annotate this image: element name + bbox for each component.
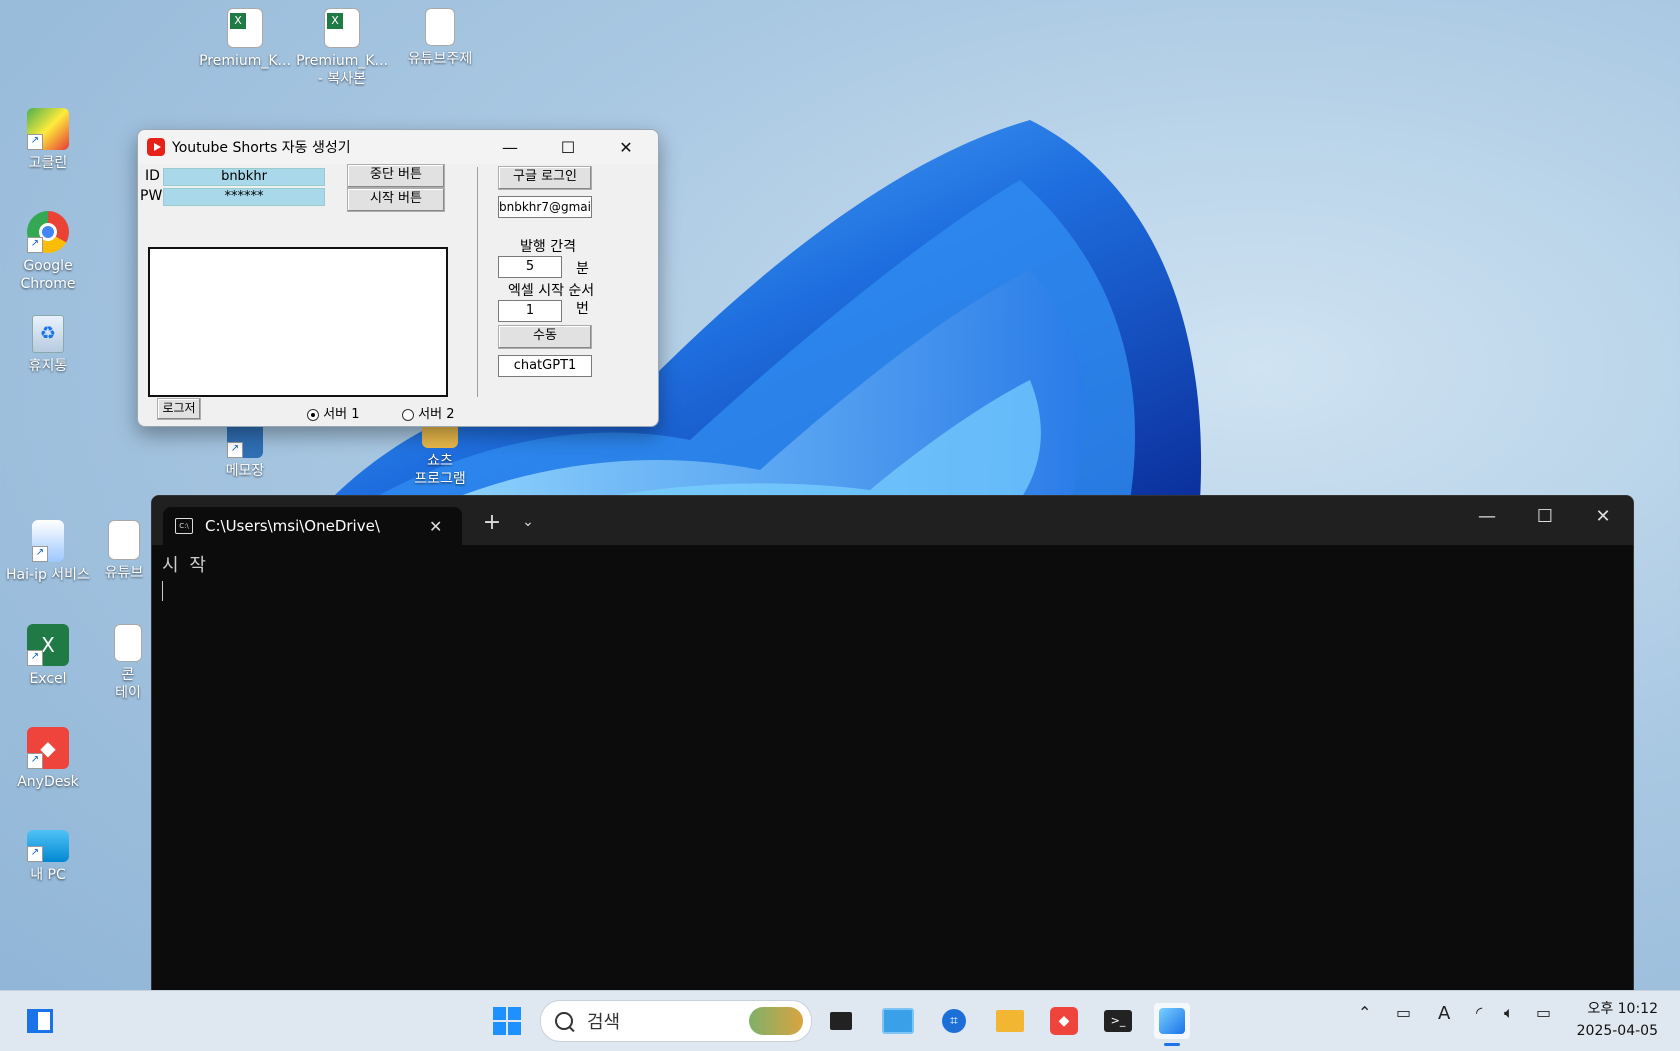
search-icon [555, 1012, 573, 1030]
server1-radio[interactable]: 서버 1 [307, 403, 359, 422]
excel-start-label: 엑셀 시작 순서 [508, 283, 595, 299]
active-app-indicator [1164, 1043, 1180, 1046]
desktop-icon-youtube[interactable]: 유튜브 [94, 520, 154, 582]
recycle-bin-icon: ♻ [32, 315, 64, 353]
google-login-button[interactable]: 구글 로그인 [498, 166, 592, 190]
widgets-icon[interactable] [22, 1003, 58, 1039]
desktop-icon-content-table[interactable]: 콘 테이 [104, 624, 152, 702]
shorts-generator-window: Youtube Shorts 자동 생성기 — ☐ ✕ ID PW bnbkhr… [137, 129, 659, 427]
stop-button[interactable]: 중단 버튼 [347, 164, 445, 188]
excel-start-field[interactable]: 1 [498, 300, 562, 322]
vertical-separator [477, 167, 478, 397]
pw-field[interactable]: ****** [163, 188, 325, 206]
battery-icon[interactable]: ▭ [1536, 1003, 1551, 1022]
desktop-icon-excel[interactable]: X ↗ Excel [0, 624, 96, 688]
terminal-taskbar-icon[interactable]: >_ [1100, 1003, 1136, 1039]
desktop-icon-my-pc[interactable]: ↗ 내 PC [0, 830, 96, 884]
interval-unit: 분 [576, 261, 589, 277]
minimize-button[interactable]: — [482, 130, 538, 164]
log-textarea[interactable] [148, 247, 448, 397]
pw-label: PW [140, 188, 163, 204]
chevron-up-icon[interactable]: ⌃ [1358, 1003, 1371, 1022]
tablet-mode-icon[interactable]: ▭ [1396, 1003, 1411, 1022]
volume-icon[interactable]: 🔈︎ [1504, 1003, 1514, 1023]
terminal-minimize-button[interactable]: — [1458, 496, 1516, 536]
input-method-icon[interactable]: A [1438, 1003, 1450, 1024]
maximize-button[interactable]: ☐ [540, 130, 596, 164]
clock-date: 2025-04-05 [1576, 1023, 1658, 1039]
task-view-icon[interactable] [823, 1003, 859, 1039]
text-file-icon [425, 8, 455, 46]
desktop-icon-shorts-program[interactable]: 쇼츠 프로그램 [392, 420, 488, 488]
desktop-icon-youtube-topic[interactable]: 유튜브주제 [392, 8, 488, 68]
rocket-icon: ↗ [32, 520, 64, 562]
email-field[interactable]: bnbkhr7@gmai [498, 196, 592, 218]
start-icon[interactable] [489, 1003, 525, 1039]
active-app-taskbar-icon[interactable] [1154, 1003, 1190, 1039]
id-label: ID [145, 168, 160, 184]
close-button[interactable]: ✕ [598, 130, 654, 164]
terminal-tab-bar[interactable]: C:\ C:\Users\msi\OneDrive\ ✕ + ⌄ — ☐ ✕ [152, 496, 1633, 545]
taskbar: 검색 ⌗ ◆ >_ ⌃ ▭ A ◜ 🔈︎ ▭ 오후 10:12 2025-04-… [0, 990, 1680, 1051]
taskbar-clock[interactable]: 오후 10:12 2025-04-05 [1577, 998, 1658, 1042]
anydesk-taskbar-icon[interactable]: ◆ [1046, 1003, 1082, 1039]
excel-file-icon: X [324, 8, 360, 48]
excel-start-unit: 번 [576, 301, 589, 317]
tab-close-icon[interactable]: ✕ [429, 517, 442, 536]
desktop-icon-premium-k-copy[interactable]: X Premium_K... - 복사본 [294, 8, 390, 88]
cmd-icon: C:\ [175, 518, 193, 534]
desktop-icon-recycle-bin[interactable]: ♻ 휴지통 [0, 315, 96, 375]
tab-dropdown-button[interactable]: ⌄ [510, 502, 546, 542]
search-highlight-icon [749, 1007, 803, 1035]
text-file-icon [114, 624, 142, 662]
desktop-icon-chrome[interactable]: ↗ Google Chrome [0, 211, 96, 293]
terminal-maximize-button[interactable]: ☐ [1516, 496, 1574, 536]
interval-field[interactable]: 5 [498, 256, 562, 278]
clock-time: 오후 10:12 [1587, 1001, 1658, 1017]
terminal-tab[interactable]: C:\ C:\Users\msi\OneDrive\ ✕ [163, 507, 462, 545]
anydesk-icon: ◆ ↗ [27, 727, 69, 769]
text-cursor [162, 581, 163, 601]
file-explorer-icon[interactable] [992, 1003, 1028, 1039]
wifi-icon[interactable]: ◜ [1476, 1003, 1482, 1022]
radio-selected-icon [307, 408, 319, 421]
excel-file-icon [108, 520, 140, 560]
taskbar-search[interactable]: 검색 [540, 1000, 812, 1042]
goclean-icon: ↗ [27, 108, 69, 150]
id-field[interactable]: bnbkhr [163, 168, 325, 186]
crop-tool-icon[interactable]: ⌗ [936, 1003, 972, 1039]
terminal-window: C:\ C:\Users\msi\OneDrive\ ✕ + ⌄ — ☐ ✕ 시… [151, 495, 1634, 993]
desktop-icon-premium-k[interactable]: X Premium_K... [197, 8, 293, 70]
terminal-close-button[interactable]: ✕ [1574, 496, 1632, 536]
interval-label: 발행 간격 [520, 239, 576, 255]
manual-button[interactable]: 수동 [498, 325, 592, 349]
terminal-output-line: 시 작 [162, 555, 206, 576]
log-save-button[interactable]: 로그저장 [157, 398, 201, 420]
start-button[interactable]: 시작 버튼 [347, 188, 445, 212]
desktop-icon-hai-ip[interactable]: ↗ Hai-ip 서비스 [0, 520, 96, 584]
app-title-bar[interactable]: Youtube Shorts 자동 생성기 — ☐ ✕ [138, 130, 658, 164]
dashboard-app-icon[interactable] [880, 1003, 916, 1039]
desktop-icon-anydesk[interactable]: ◆ ↗ AnyDesk [0, 727, 96, 791]
server2-radio[interactable]: 서버 2 [402, 403, 454, 422]
excel-file-icon: X [227, 8, 263, 48]
chatgpt-field[interactable]: chatGPT1 [498, 355, 592, 377]
chrome-icon: ↗ [27, 211, 69, 253]
new-tab-button[interactable]: + [472, 502, 512, 542]
desktop-icon-notepad[interactable]: ↗ 메모장 [197, 420, 293, 480]
excel-icon: X ↗ [27, 624, 69, 666]
terminal-output[interactable]: 시 작 [152, 545, 1633, 611]
radio-empty-icon [402, 408, 414, 421]
search-placeholder: 검색 [587, 1012, 621, 1033]
app-title: Youtube Shorts 자동 생성기 [172, 140, 351, 156]
youtube-icon [147, 138, 165, 156]
terminal-tab-title: C:\Users\msi\OneDrive\ [205, 517, 380, 535]
monitor-icon: ↗ [27, 830, 69, 862]
desktop-icon-goclean[interactable]: ↗ 고클린 [0, 108, 96, 172]
